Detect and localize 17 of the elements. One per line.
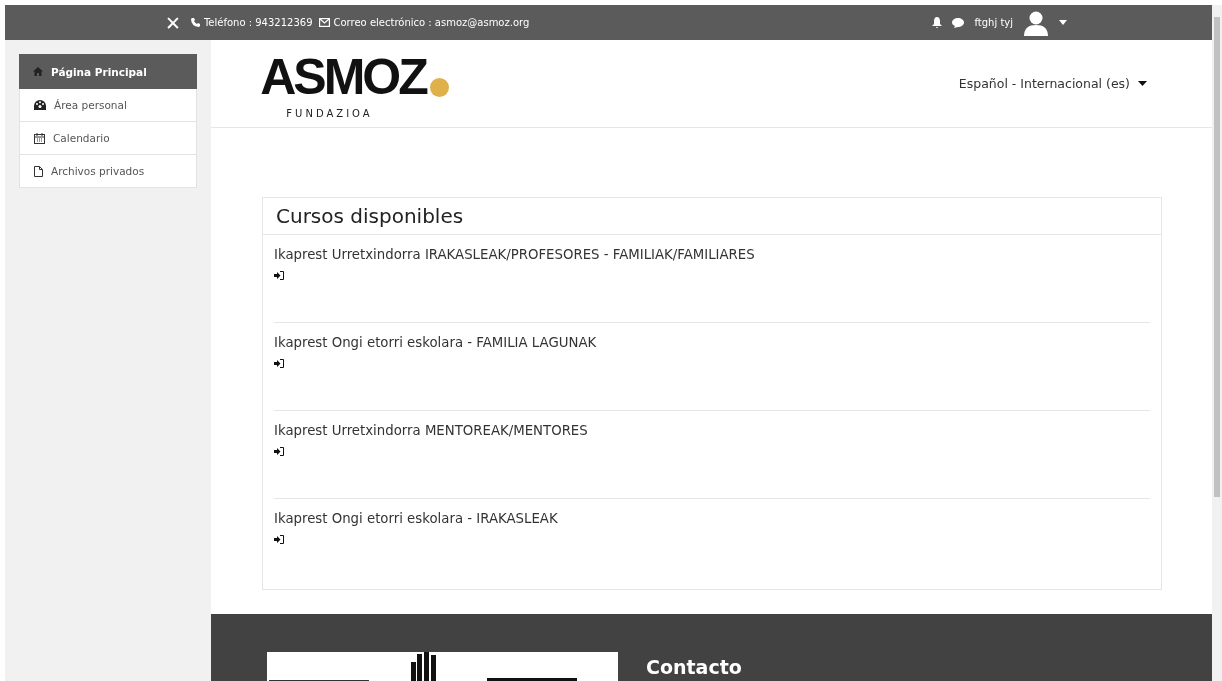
- course-link[interactable]: Ikaprest Urretxindorra MENTOREAK/MENTORES: [274, 423, 1150, 438]
- logo-text: ASMOZ: [260, 48, 428, 105]
- course-link[interactable]: Ikaprest Ongi etorri eskolara - IRAKASLEAK: [274, 511, 1150, 526]
- email-text: Correo electrónico : asmoz@asmoz.org: [333, 17, 530, 28]
- sidebar-item[interactable]: Calendario: [19, 122, 197, 155]
- footer-heading: Contacto: [646, 656, 742, 678]
- sidebar-item[interactable]: Página Principal: [19, 54, 197, 89]
- course-link[interactable]: Ikaprest Ongi etorri eskolara - FAMILIA LAGUNAK: [274, 335, 1150, 350]
- course-link[interactable]: Ikaprest Urretxindorra IRAKASLEAK/PROFESORES - FAMILIAK/FAMILIARES: [274, 247, 1150, 262]
- user-name[interactable]: ftghj tyj: [974, 17, 1013, 28]
- language-menu[interactable]: Español - Internacional (es): [958, 76, 1130, 91]
- logo-subtitle: FUNDAZIOA: [286, 107, 373, 119]
- section-title: Cursos disponibles: [263, 198, 1161, 235]
- sidebar-item[interactable]: Área personal: [19, 89, 197, 122]
- close-button[interactable]: ✕: [165, 11, 181, 34]
- sidebar-item[interactable]: Archivos privados: [19, 155, 197, 188]
- phone-text: Teléfono : 943212369: [203, 17, 313, 28]
